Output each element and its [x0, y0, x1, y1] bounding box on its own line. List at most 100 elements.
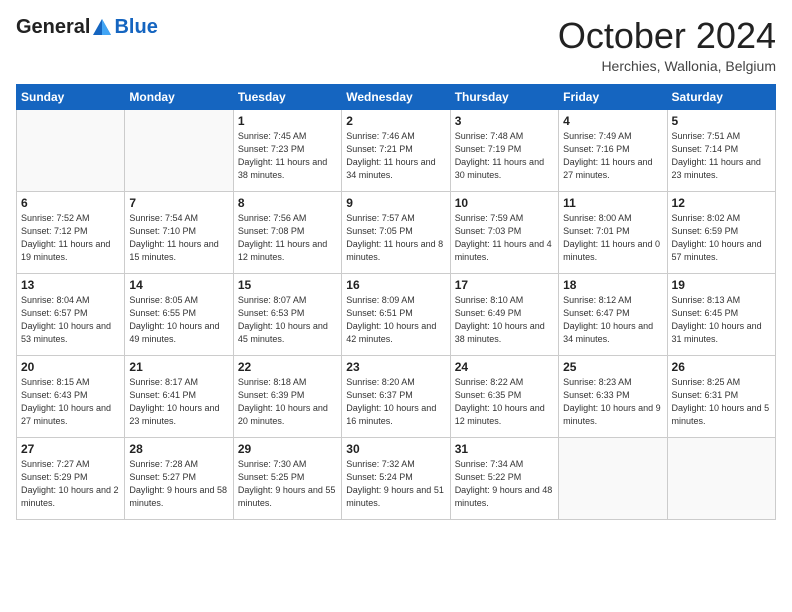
- logo-icon: [91, 17, 113, 39]
- day-info: Sunrise: 7:49 AM Sunset: 7:16 PM Dayligh…: [563, 130, 662, 182]
- day-info: Sunrise: 7:48 AM Sunset: 7:19 PM Dayligh…: [455, 130, 554, 182]
- day-number: 29: [238, 442, 337, 456]
- col-tuesday: Tuesday: [233, 84, 341, 109]
- day-info: Sunrise: 8:00 AM Sunset: 7:01 PM Dayligh…: [563, 212, 662, 264]
- day-number: 17: [455, 278, 554, 292]
- day-number: 20: [21, 360, 120, 374]
- table-row: 23 Sunrise: 8:20 AM Sunset: 6:37 PM Dayli…: [342, 355, 450, 437]
- table-row: 9Sunrise: 7:57 AM Sunset: 7:05 PM Daylig…: [342, 191, 450, 273]
- day-info: Sunrise: 8:23 AM Sunset: 6:33 PM Dayligh…: [563, 376, 662, 428]
- day-info: Sunrise: 8:02 AM Sunset: 6:59 PM Dayligh…: [672, 212, 771, 264]
- day-info: Sunrise: 7:30 AM Sunset: 5:25 PM Dayligh…: [238, 458, 337, 510]
- table-row: 6Sunrise: 7:52 AM Sunset: 7:12 PM Daylig…: [17, 191, 125, 273]
- table-row: 19 Sunrise: 8:13 AM Sunset: 6:45 PM Dayli…: [667, 273, 775, 355]
- day-number: 6: [21, 196, 120, 210]
- day-info: Sunrise: 8:15 AM Sunset: 6:43 PM Dayligh…: [21, 376, 120, 428]
- table-row: 13 Sunrise: 8:04 AM Sunset: 6:57 PM Dayli…: [17, 273, 125, 355]
- day-info: Sunrise: 8:05 AM Sunset: 6:55 PM Dayligh…: [129, 294, 228, 346]
- day-number: 24: [455, 360, 554, 374]
- table-row: [17, 109, 125, 191]
- calendar-week-row: 27Sunrise: 7:27 AM Sunset: 5:29 PM Dayli…: [17, 437, 776, 519]
- table-row: 20 Sunrise: 8:15 AM Sunset: 6:43 PM Dayli…: [17, 355, 125, 437]
- table-row: 24 Sunrise: 8:22 AM Sunset: 6:35 PM Dayli…: [450, 355, 558, 437]
- day-number: 2: [346, 114, 445, 128]
- table-row: 2 Sunrise: 7:46 AM Sunset: 7:21 PM Daylig…: [342, 109, 450, 191]
- calendar-week-row: 6Sunrise: 7:52 AM Sunset: 7:12 PM Daylig…: [17, 191, 776, 273]
- day-info: Sunrise: 8:04 AM Sunset: 6:57 PM Dayligh…: [21, 294, 120, 346]
- logo-general-text: General: [16, 16, 90, 39]
- table-row: 14 Sunrise: 8:05 AM Sunset: 6:55 PM Dayli…: [125, 273, 233, 355]
- day-info: Sunrise: 8:07 AM Sunset: 6:53 PM Dayligh…: [238, 294, 337, 346]
- day-info: Sunrise: 8:25 AM Sunset: 6:31 PM Dayligh…: [672, 376, 771, 428]
- day-number: 16: [346, 278, 445, 292]
- day-number: 21: [129, 360, 228, 374]
- day-info: Sunrise: 7:28 AM Sunset: 5:27 PM Dayligh…: [129, 458, 228, 510]
- table-row: 10Sunrise: 7:59 AM Sunset: 7:03 PM Dayli…: [450, 191, 558, 273]
- day-info: Sunrise: 7:56 AM Sunset: 7:08 PM Dayligh…: [238, 212, 337, 264]
- table-row: [125, 109, 233, 191]
- table-row: 28 Sunrise: 7:28 AM Sunset: 5:27 PM Dayli…: [125, 437, 233, 519]
- table-row: 22 Sunrise: 8:18 AM Sunset: 6:39 PM Dayli…: [233, 355, 341, 437]
- day-number: 28: [129, 442, 228, 456]
- day-number: 26: [672, 360, 771, 374]
- day-number: 1: [238, 114, 337, 128]
- table-row: 12 Sunrise: 8:02 AM Sunset: 6:59 PM Dayli…: [667, 191, 775, 273]
- table-row: [667, 437, 775, 519]
- col-sunday: Sunday: [17, 84, 125, 109]
- day-info: Sunrise: 8:17 AM Sunset: 6:41 PM Dayligh…: [129, 376, 228, 428]
- day-info: Sunrise: 7:46 AM Sunset: 7:21 PM Dayligh…: [346, 130, 445, 182]
- col-thursday: Thursday: [450, 84, 558, 109]
- day-info: Sunrise: 7:32 AM Sunset: 5:24 PM Dayligh…: [346, 458, 445, 510]
- day-info: Sunrise: 8:10 AM Sunset: 6:49 PM Dayligh…: [455, 294, 554, 346]
- calendar-week-row: 20 Sunrise: 8:15 AM Sunset: 6:43 PM Dayli…: [17, 355, 776, 437]
- day-info: Sunrise: 8:20 AM Sunset: 6:37 PM Dayligh…: [346, 376, 445, 428]
- day-number: 14: [129, 278, 228, 292]
- day-number: 13: [21, 278, 120, 292]
- day-info: Sunrise: 7:51 AM Sunset: 7:14 PM Dayligh…: [672, 130, 771, 182]
- table-row: 11Sunrise: 8:00 AM Sunset: 7:01 PM Dayli…: [559, 191, 667, 273]
- day-number: 18: [563, 278, 662, 292]
- table-row: 26 Sunrise: 8:25 AM Sunset: 6:31 PM Dayli…: [667, 355, 775, 437]
- day-info: Sunrise: 7:34 AM Sunset: 5:22 PM Dayligh…: [455, 458, 554, 510]
- table-row: 30 Sunrise: 7:32 AM Sunset: 5:24 PM Dayli…: [342, 437, 450, 519]
- day-number: 30: [346, 442, 445, 456]
- table-row: 27Sunrise: 7:27 AM Sunset: 5:29 PM Dayli…: [17, 437, 125, 519]
- table-row: [559, 437, 667, 519]
- header: General Blue October 2024 Herchies, Wall…: [16, 16, 776, 74]
- day-number: 19: [672, 278, 771, 292]
- table-row: 3 Sunrise: 7:48 AM Sunset: 7:19 PM Daylig…: [450, 109, 558, 191]
- title-area: October 2024 Herchies, Wallonia, Belgium: [558, 16, 776, 74]
- day-number: 5: [672, 114, 771, 128]
- table-row: 21 Sunrise: 8:17 AM Sunset: 6:41 PM Dayli…: [125, 355, 233, 437]
- table-row: 17 Sunrise: 8:10 AM Sunset: 6:49 PM Dayli…: [450, 273, 558, 355]
- day-number: 22: [238, 360, 337, 374]
- day-info: Sunrise: 8:12 AM Sunset: 6:47 PM Dayligh…: [563, 294, 662, 346]
- location-subtitle: Herchies, Wallonia, Belgium: [558, 58, 776, 74]
- table-row: 18 Sunrise: 8:12 AM Sunset: 6:47 PM Dayli…: [559, 273, 667, 355]
- table-row: 31 Sunrise: 7:34 AM Sunset: 5:22 PM Dayli…: [450, 437, 558, 519]
- day-number: 23: [346, 360, 445, 374]
- month-title: October 2024: [558, 16, 776, 56]
- logo-blue-text: Blue: [114, 16, 157, 39]
- day-number: 25: [563, 360, 662, 374]
- table-row: 5 Sunrise: 7:51 AM Sunset: 7:14 PM Daylig…: [667, 109, 775, 191]
- day-info: Sunrise: 7:54 AM Sunset: 7:10 PM Dayligh…: [129, 212, 228, 264]
- day-info: Sunrise: 8:18 AM Sunset: 6:39 PM Dayligh…: [238, 376, 337, 428]
- day-number: 8: [238, 196, 337, 210]
- table-row: 1 Sunrise: 7:45 AM Sunset: 7:23 PM Daylig…: [233, 109, 341, 191]
- table-row: 15Sunrise: 8:07 AM Sunset: 6:53 PM Dayli…: [233, 273, 341, 355]
- table-row: 29 Sunrise: 7:30 AM Sunset: 5:25 PM Dayli…: [233, 437, 341, 519]
- logo: General Blue: [16, 16, 158, 39]
- day-number: 31: [455, 442, 554, 456]
- table-row: 16Sunrise: 8:09 AM Sunset: 6:51 PM Dayli…: [342, 273, 450, 355]
- col-monday: Monday: [125, 84, 233, 109]
- day-info: Sunrise: 7:59 AM Sunset: 7:03 PM Dayligh…: [455, 212, 554, 264]
- day-info: Sunrise: 8:13 AM Sunset: 6:45 PM Dayligh…: [672, 294, 771, 346]
- day-info: Sunrise: 7:45 AM Sunset: 7:23 PM Dayligh…: [238, 130, 337, 182]
- day-number: 12: [672, 196, 771, 210]
- day-number: 27: [21, 442, 120, 456]
- day-number: 3: [455, 114, 554, 128]
- page: General Blue October 2024 Herchies, Wall…: [0, 0, 792, 528]
- table-row: 8 Sunrise: 7:56 AM Sunset: 7:08 PM Daylig…: [233, 191, 341, 273]
- day-info: Sunrise: 8:22 AM Sunset: 6:35 PM Dayligh…: [455, 376, 554, 428]
